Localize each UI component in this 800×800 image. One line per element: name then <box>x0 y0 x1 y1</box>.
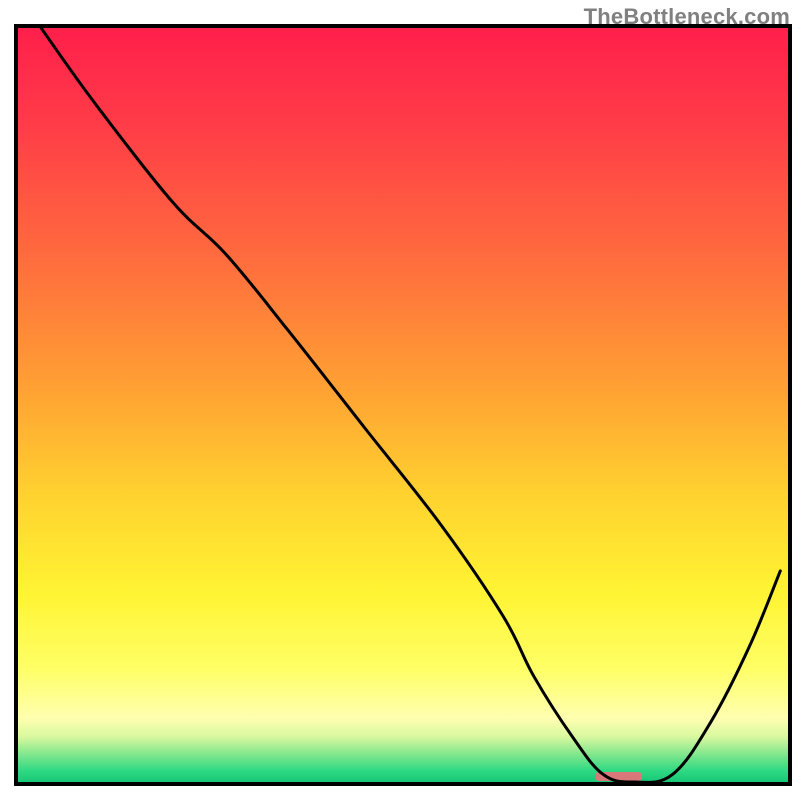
chart-stage: TheBottleneck.com <box>0 0 800 800</box>
watermark-text: TheBottleneck.com <box>584 4 790 30</box>
plot-background <box>18 28 788 782</box>
bottleneck-chart <box>0 0 800 800</box>
